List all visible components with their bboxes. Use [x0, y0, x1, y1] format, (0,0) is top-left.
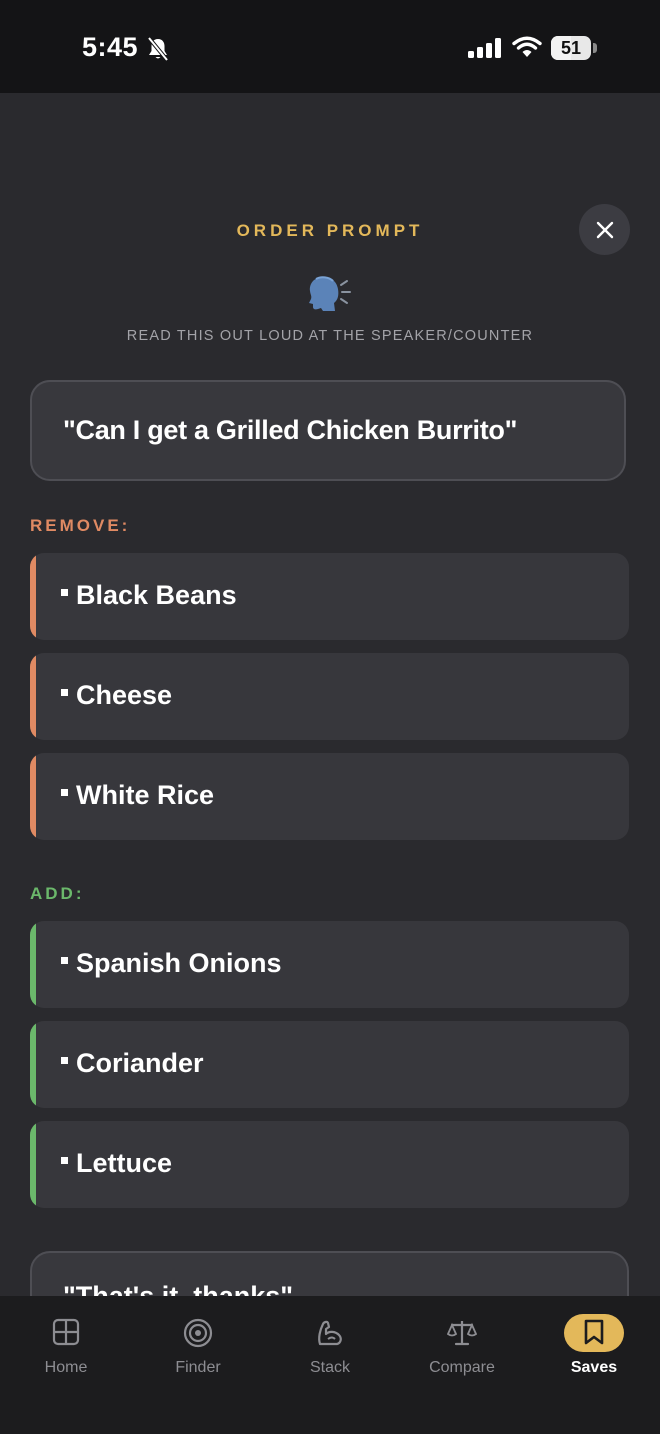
closing-quote-text: "That's it, thanks"	[63, 1281, 294, 1296]
tab-compare[interactable]: Compare	[396, 1296, 528, 1396]
tab-stack[interactable]: Stack	[264, 1296, 396, 1396]
closing-quote-card: "That's it, thanks"	[30, 1251, 629, 1296]
bullet-icon	[61, 1057, 68, 1065]
close-button[interactable]	[579, 204, 630, 255]
tab-label: Stack	[309, 1359, 350, 1376]
bullet-icon	[61, 589, 68, 597]
add-item-label: Lettuce	[76, 1148, 173, 1178]
order-quote-text: "Can I get a Grilled Chicken Burrito"	[63, 415, 518, 445]
remove-item: Cheese	[30, 653, 629, 740]
bell-muted-icon	[147, 36, 169, 62]
add-item-label: Spanish Onions	[76, 948, 282, 978]
tab-label: Finder	[175, 1359, 221, 1376]
page-title: ORDER PROMPT	[236, 221, 424, 240]
tab-label: Compare	[429, 1359, 495, 1376]
remove-item-label: Cheese	[76, 680, 173, 710]
cellular-signal-icon	[468, 38, 501, 58]
tab-saves[interactable]: Saves	[528, 1296, 660, 1396]
battery-level: 51	[560, 38, 582, 58]
remove-section-label: REMOVE:	[30, 516, 131, 535]
bullet-icon	[61, 1157, 68, 1165]
order-quote-card: "Can I get a Grilled Chicken Burrito"	[30, 380, 626, 481]
bullet-icon	[61, 789, 68, 797]
bullet-icon	[61, 689, 68, 697]
bookmark-icon	[584, 1319, 604, 1345]
add-item: Lettuce	[30, 1121, 629, 1208]
remove-item-label: White Rice	[76, 780, 215, 810]
status-bar: 5:45 51	[0, 0, 660, 93]
instruction-text: READ THIS OUT LOUD AT THE SPEAKER/COUNTE…	[126, 328, 534, 344]
add-item: Coriander	[30, 1021, 629, 1108]
remove-item: Black Beans	[30, 553, 629, 640]
add-item: Spanish Onions	[30, 921, 629, 1008]
tab-bar: Home Finder Stack Compare Saves	[0, 1296, 660, 1434]
tab-home[interactable]: Home	[0, 1296, 132, 1396]
tab-label: Home	[44, 1359, 88, 1376]
wifi-icon	[512, 36, 542, 57]
tab-finder[interactable]: Finder	[132, 1296, 264, 1396]
close-icon	[596, 221, 613, 238]
status-time: 5:45	[82, 32, 139, 62]
speaking-head-icon	[309, 276, 351, 311]
tab-label: Saves	[570, 1359, 618, 1376]
add-item-label: Coriander	[76, 1048, 204, 1078]
remove-item: White Rice	[30, 753, 629, 840]
scale-icon	[447, 1321, 477, 1346]
add-section-label: ADD:	[30, 884, 85, 903]
bullet-icon	[61, 957, 68, 965]
grid-icon	[52, 1318, 80, 1346]
battery-icon: 51	[551, 36, 591, 60]
remove-item-label: Black Beans	[76, 580, 237, 610]
order-prompt-sheet: ORDER PROMPT READ THIS OUT LOUD AT THE S…	[0, 93, 660, 1296]
target-icon	[183, 1318, 213, 1348]
flexed-arm-icon	[318, 1320, 342, 1346]
